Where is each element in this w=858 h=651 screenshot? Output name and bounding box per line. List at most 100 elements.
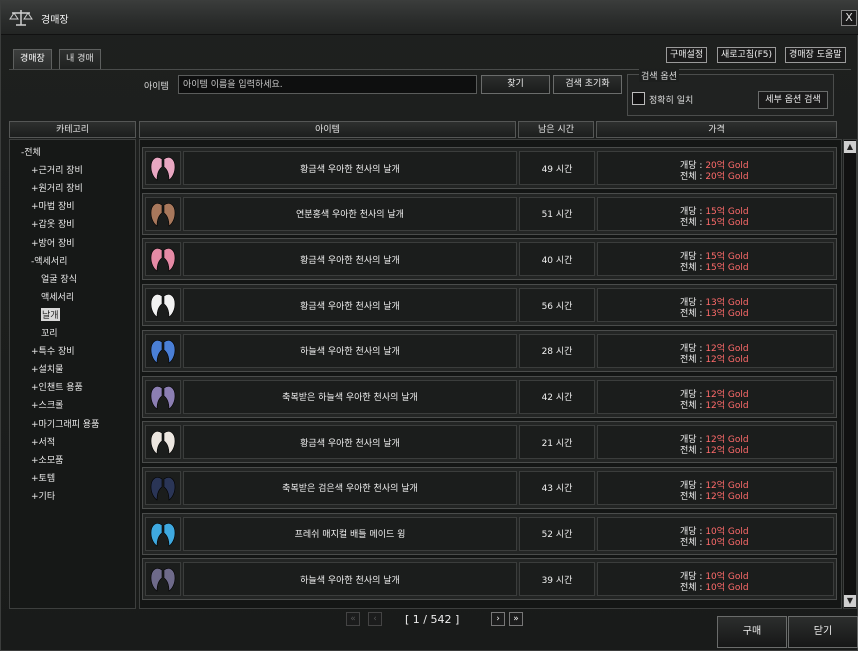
reset-search-button[interactable]: 검색 초기화	[553, 75, 622, 94]
total-price: 전체 : 12억 Gold	[680, 491, 749, 502]
time-left: 39 시간	[519, 562, 595, 597]
price-cell: 개당 : 20억 Gold 전체 : 20억 Gold	[597, 151, 834, 185]
scroll-up-icon[interactable]: ▲	[844, 141, 856, 153]
purple-wings-icon	[150, 385, 176, 410]
category-item[interactable]: +서적	[31, 435, 55, 448]
item-icon-cell	[145, 425, 181, 460]
close-button[interactable]: 닫기	[788, 616, 858, 648]
category-item[interactable]: +방어 장비	[31, 236, 75, 249]
category-item[interactable]: +기타	[31, 489, 55, 502]
item-name: 축복받은 하늘색 우아한 천사의 날개	[183, 379, 517, 414]
price-cell: 개당 : 12억 Gold 전체 : 12억 Gold	[597, 333, 834, 368]
time-left: 40 시간	[519, 242, 595, 277]
white-wings-icon	[150, 431, 176, 455]
page-indicator: [ 1 / 542 ]	[405, 613, 460, 626]
price-cell: 개당 : 12억 Gold 전체 : 12억 Gold	[597, 425, 834, 460]
item-icon-cell	[145, 196, 181, 231]
buy-button[interactable]: 구매	[717, 616, 787, 648]
title-bar[interactable]: 경매장 X	[1, 1, 858, 35]
pink-wings-icon	[150, 157, 176, 181]
category-item[interactable]: 날개	[41, 307, 60, 321]
listing-row[interactable]: 축복받은 하늘색 우아한 천사의 날개 42 시간 개당 : 12억 Gold 전체 …	[142, 375, 837, 418]
listing-row[interactable]: 하늘색 우아한 천사의 날개 39 시간 개당 : 10억 Gold 전체 : 10억…	[142, 558, 837, 601]
item-name: 연분홍색 우아한 천사의 날개	[183, 196, 517, 231]
search-options-title: 검색 옵션	[639, 69, 679, 82]
price-cell: 개당 : 13억 Gold 전체 : 13억 Gold	[597, 288, 834, 323]
category-item[interactable]: +소모품	[31, 453, 63, 466]
time-left: 43 시간	[519, 470, 595, 505]
item-icon-cell	[145, 562, 181, 597]
listing-scrollbar[interactable]: ▲ ▼	[843, 139, 857, 609]
category-item[interactable]: +마법 장비	[31, 199, 75, 212]
total-price: 전체 : 13억 Gold	[680, 309, 749, 320]
search-input[interactable]	[178, 75, 477, 94]
time-left: 56 시간	[519, 288, 595, 323]
item-column-header[interactable]: 아이템	[139, 121, 516, 138]
tab-auction[interactable]: 경매장	[13, 49, 52, 69]
category-item[interactable]: +갑옷 장비	[31, 217, 75, 230]
item-icon-cell	[145, 242, 181, 277]
price-cell: 개당 : 15억 Gold 전체 : 15억 Gold	[597, 242, 834, 277]
item-name: 황금색 우아한 천사의 날개	[183, 288, 517, 323]
listing-row[interactable]: 축복받은 검은색 우아한 천사의 날개 43 시간 개당 : 12억 Gold 전체 …	[142, 466, 837, 509]
brown-wings-icon	[150, 202, 176, 227]
scroll-down-icon[interactable]: ▼	[844, 595, 856, 607]
total-price: 전체 : 15억 Gold	[680, 263, 749, 274]
search-label: 아이템	[144, 82, 169, 92]
total-price: 전체 : 20억 Gold	[680, 172, 749, 182]
purchase-settings-button[interactable]: 구매설정	[666, 47, 708, 63]
listing-row[interactable]: 황금색 우아한 천사의 날개 40 시간 개당 : 15억 Gold 전체 : 15억…	[142, 238, 837, 281]
white-wings-icon	[150, 294, 176, 318]
next-page-button[interactable]: ›	[491, 612, 505, 626]
category-item[interactable]: 꼬리	[41, 326, 58, 339]
total-price: 전체 : 10억 Gold	[680, 583, 749, 594]
item-name: 황금색 우아한 천사의 날개	[183, 242, 517, 277]
listing-row[interactable]: 연분홍색 우아한 천사의 날개 51 시간 개당 : 15억 Gold 전체 : 15…	[142, 192, 837, 235]
category-item[interactable]: +마기그래피 용품	[31, 417, 99, 430]
time-left: 21 시간	[519, 425, 595, 460]
refresh-button[interactable]: 새로고침(F5)	[717, 47, 777, 63]
category-item[interactable]: +근거리 장비	[31, 163, 83, 176]
blue-wings-icon	[150, 339, 176, 364]
price-cell: 개당 : 10억 Gold 전체 : 10억 Gold	[597, 516, 834, 551]
close-icon[interactable]: X	[841, 10, 857, 26]
item-icon-cell	[145, 516, 181, 551]
category-item[interactable]: +설치물	[31, 362, 63, 375]
tab-my-auction[interactable]: 내 경매	[59, 49, 101, 69]
item-name: 프레쉬 매지컬 배틀 메이드 윙	[183, 516, 517, 551]
listing-row[interactable]: 황금색 우아한 천사의 날개 21 시간 개당 : 12억 Gold 전체 : 12억…	[142, 421, 837, 464]
find-button[interactable]: 찾기	[481, 75, 550, 94]
item-icon-cell	[145, 470, 181, 505]
time-column-header[interactable]: 남은 시간	[518, 121, 594, 138]
category-item[interactable]: +토템	[31, 471, 55, 484]
exact-match-checkbox[interactable]	[632, 92, 645, 105]
listing-row[interactable]: 프레쉬 매지컬 배틀 메이드 윙 52 시간 개당 : 10억 Gold 전체 : 1…	[142, 512, 837, 555]
tab-divider	[9, 69, 851, 70]
category-item[interactable]: 얼굴 장식	[41, 272, 77, 285]
category-item[interactable]: +인챈트 용품	[31, 380, 83, 393]
price-cell: 개당 : 12억 Gold 전체 : 12억 Gold	[597, 470, 834, 505]
price-column-header[interactable]: 가격	[596, 121, 837, 138]
prev-page-button[interactable]: ‹	[368, 612, 382, 626]
category-item[interactable]: +원거리 장비	[31, 181, 83, 194]
total-price: 전체 : 15억 Gold	[680, 217, 749, 228]
listing-row[interactable]: 황금색 우아한 천사의 날개 56 시간 개당 : 13억 Gold 전체 : 13억…	[142, 284, 837, 327]
detail-search-button[interactable]: 세부 옵션 검색	[758, 91, 828, 109]
category-item[interactable]: 액세서리	[41, 290, 74, 303]
dark-wings-icon	[150, 477, 176, 501]
time-left: 28 시간	[519, 333, 595, 368]
category-item[interactable]: -전체	[21, 145, 41, 158]
category-item[interactable]: +스크롤	[31, 398, 63, 411]
first-page-button[interactable]: «	[346, 612, 360, 626]
category-item[interactable]: -액세서리	[31, 254, 67, 267]
category-item[interactable]: +특수 장비	[31, 344, 75, 357]
last-page-button[interactable]: »	[509, 612, 523, 626]
listing-row[interactable]: 하늘색 우아한 천사의 날개 28 시간 개당 : 12억 Gold 전체 : 12억…	[142, 329, 837, 372]
auction-window: 경매장 X 경매장 내 경매 구매설정 새로고침(F5) 경매장 도움말 아이템…	[0, 0, 858, 651]
window-title: 경매장	[41, 15, 69, 26]
item-name: 황금색 우아한 천사의 날개	[183, 425, 517, 460]
purple-wings-icon	[150, 568, 176, 592]
listing-row[interactable]: 황금색 우아한 천사의 날개 49 시간 개당 : 20억 Gold 전체 : 20억…	[142, 147, 837, 189]
time-left: 51 시간	[519, 196, 595, 231]
help-button[interactable]: 경매장 도움말	[785, 47, 846, 63]
